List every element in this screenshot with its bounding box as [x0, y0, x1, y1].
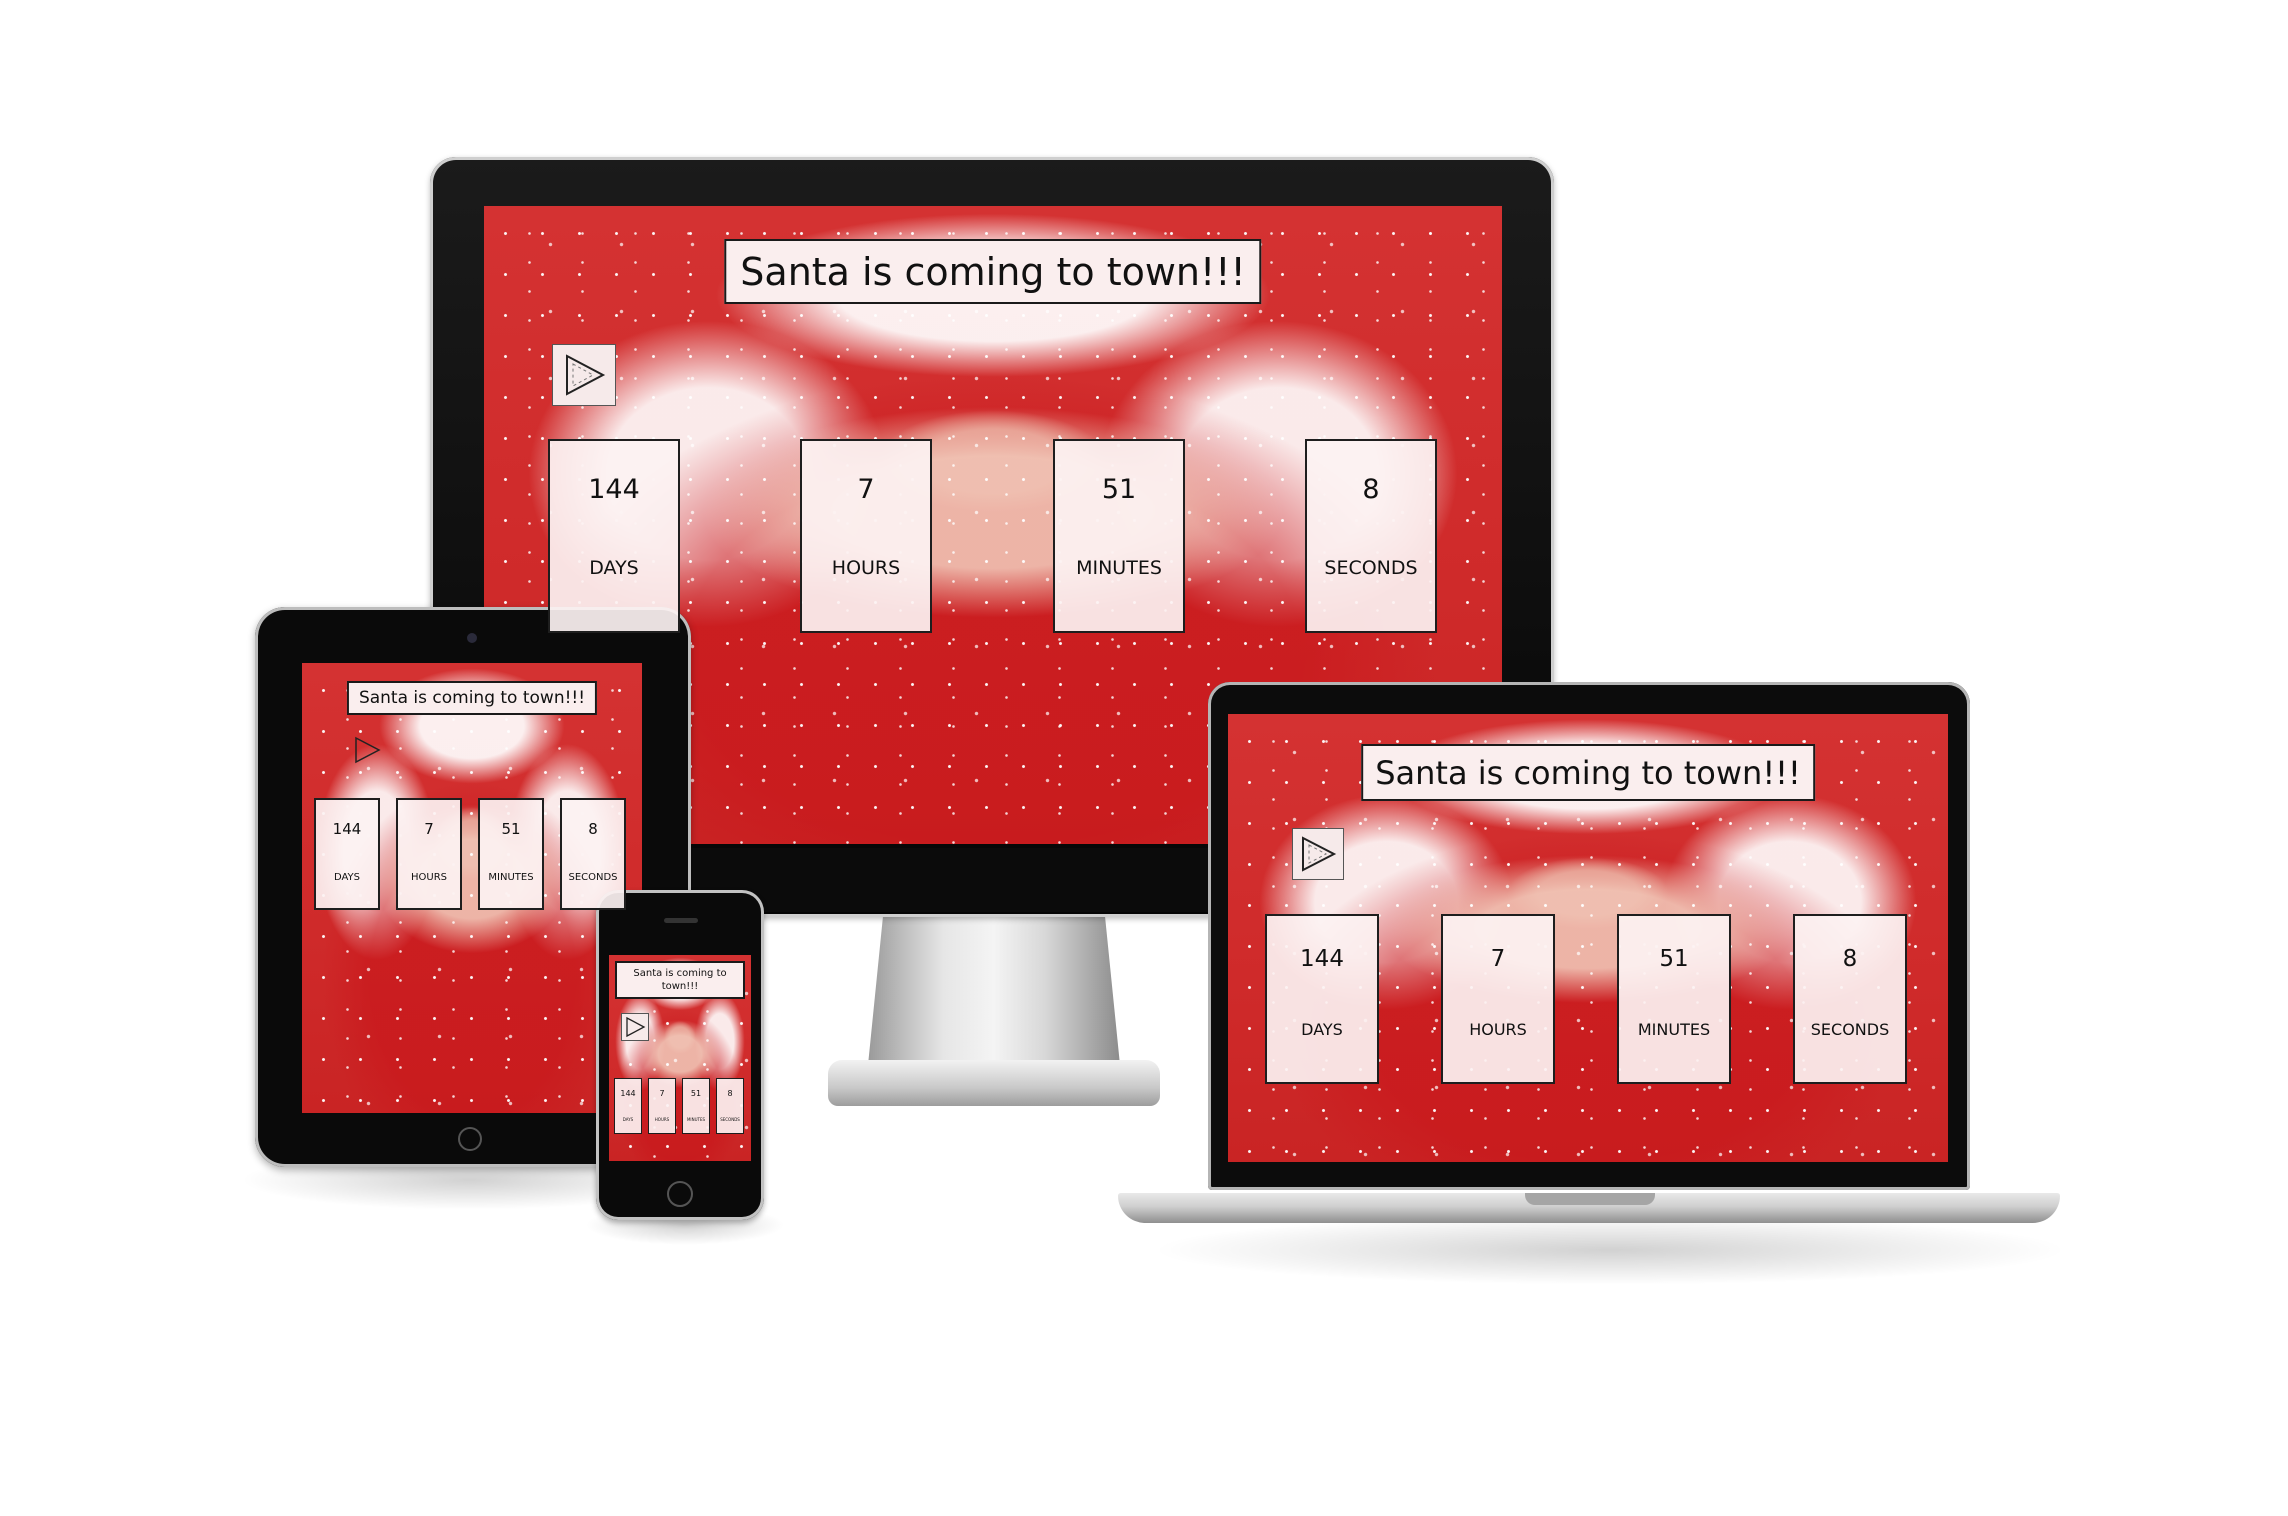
countdown-minutes-value: 51 — [1101, 474, 1137, 505]
countdown-seconds-value: 8 — [727, 1089, 733, 1098]
play-button[interactable] — [1292, 828, 1344, 880]
countdown-minutes: 51 MINUTES — [1053, 439, 1185, 633]
phone-speaker — [664, 918, 698, 923]
countdown-seconds: 8 SECONDS — [1793, 914, 1907, 1084]
countdown-days: 144 DAYS — [614, 1078, 642, 1134]
countdown-hours: 7 HOURS — [396, 798, 462, 910]
countdown-seconds-value: 8 — [1362, 474, 1380, 505]
countdown-minutes-label: MINUTES — [686, 1117, 706, 1122]
play-icon — [1302, 836, 1337, 872]
play-icon — [566, 354, 606, 396]
page-title: Santa is coming to town!!! — [1361, 744, 1815, 801]
monitor-stand-base — [828, 1060, 1160, 1106]
countdown-days: 144 DAYS — [1265, 914, 1379, 1084]
countdown-days: 144 DAYS — [548, 439, 680, 633]
monitor-stand-neck — [868, 915, 1120, 1065]
phone-home-button — [667, 1181, 693, 1207]
play-button[interactable] — [552, 344, 616, 406]
countdown-days-value: 144 — [620, 1089, 636, 1098]
page-title: Santa is coming to town!!! — [615, 961, 745, 999]
laptop-notch — [1525, 1193, 1655, 1205]
page-title: Santa is coming to town!!! — [724, 239, 1262, 304]
countdown-seconds-value: 8 — [588, 820, 598, 838]
countdown-hours: 7 HOURS — [800, 439, 932, 633]
countdown-minutes-label: MINUTES — [1076, 557, 1162, 579]
laptop-screen: Santa is coming to town!!! 144 DAYS 7 HO… — [1228, 714, 1948, 1162]
countdown-days-label: DAYS — [333, 872, 361, 883]
countdown-seconds-value: 8 — [1842, 946, 1858, 972]
countdown-minutes: 51 MINUTES — [682, 1078, 710, 1134]
countdown-hours-value: 7 — [424, 820, 434, 838]
countdown-hours-value: 7 — [1490, 946, 1506, 972]
countdown-hours: 7 HOURS — [648, 1078, 676, 1134]
countdown-days-value: 144 — [332, 820, 362, 838]
countdown-seconds: 8 SECONDS — [1305, 439, 1437, 633]
play-icon — [626, 1016, 646, 1038]
countdown-minutes-value: 51 — [501, 820, 521, 838]
countdown-seconds-label: SECONDS — [1810, 1020, 1890, 1039]
countdown-days: 144 DAYS — [314, 798, 380, 910]
countdown-days-label: DAYS — [1301, 1020, 1343, 1039]
phone-screen: Santa is coming to town!!! 144 DAYS 7 HO… — [609, 955, 751, 1161]
countdown-minutes: 51 MINUTES — [478, 798, 544, 910]
countdown-seconds-label: SECONDS — [720, 1117, 740, 1122]
countdown-hours-label: HOURS — [1469, 1020, 1527, 1039]
countdown-minutes: 51 MINUTES — [1617, 914, 1731, 1084]
countdown-hours: 7 HOURS — [1441, 914, 1555, 1084]
countdown-hours-value: 7 — [659, 1089, 665, 1098]
countdown-minutes-label: MINUTES — [1637, 1020, 1711, 1039]
countdown-minutes-value: 51 — [690, 1089, 702, 1098]
play-button[interactable] — [352, 735, 382, 765]
countdown-minutes-value: 51 — [1659, 946, 1689, 972]
countdown-seconds-label: SECONDS — [568, 872, 618, 883]
countdown-minutes-label: MINUTES — [488, 872, 534, 883]
countdown-days-value: 144 — [588, 474, 640, 505]
play-button[interactable] — [621, 1013, 649, 1041]
countdown-hours-label: HOURS — [410, 872, 447, 883]
countdown-seconds: 8 SECONDS — [716, 1078, 744, 1134]
countdown-hours-value: 7 — [857, 474, 875, 505]
countdown-seconds: 8 SECONDS — [560, 798, 626, 910]
countdown-hours-label: HOURS — [831, 557, 901, 579]
tablet-camera — [467, 633, 477, 643]
play-icon — [355, 736, 381, 764]
countdown-days-value: 144 — [1300, 946, 1344, 972]
countdown-seconds-label: SECONDS — [1324, 557, 1418, 579]
page-title: Santa is coming to town!!! — [346, 681, 598, 715]
countdown-hours-label: HOURS — [654, 1117, 670, 1122]
countdown-days-label: DAYS — [622, 1117, 634, 1122]
tablet-screen: Santa is coming to town!!! 144 DAYS 7 HO… — [302, 663, 642, 1113]
tablet-home-button — [458, 1127, 482, 1151]
countdown-days-label: DAYS — [589, 557, 639, 579]
